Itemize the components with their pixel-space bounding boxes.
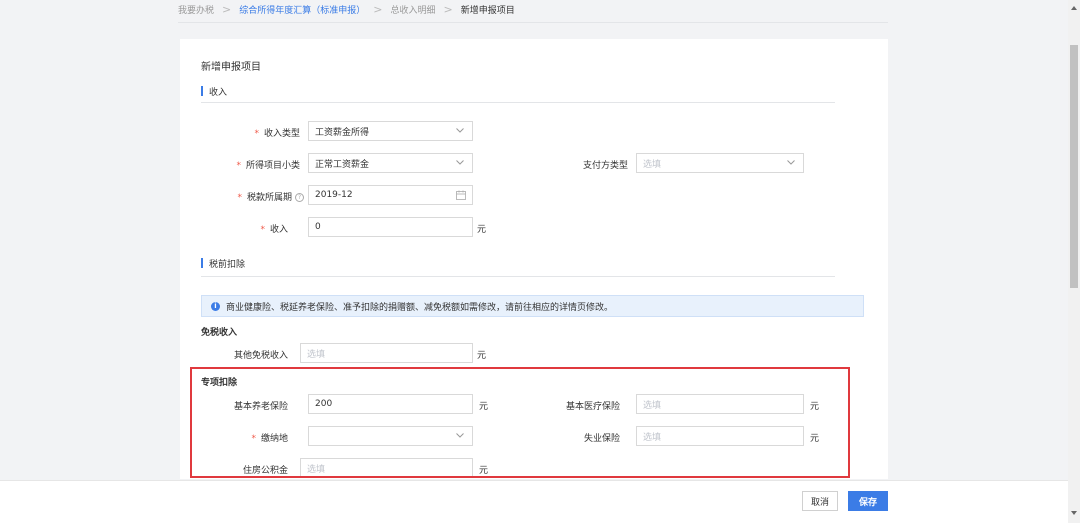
pension-input[interactable]: 200 bbox=[308, 394, 473, 414]
other-exempt-placeholder: 选填 bbox=[307, 349, 326, 360]
section-income-label: 收入 bbox=[209, 87, 228, 98]
chevron-right-icon: > bbox=[222, 2, 232, 16]
medical-placeholder: 选填 bbox=[643, 400, 662, 411]
scroll-down-arrow-icon[interactable] bbox=[1071, 511, 1077, 515]
pension-value: 200 bbox=[315, 399, 333, 409]
pension-label: 基本养老保险 bbox=[233, 402, 288, 412]
required-mark: * bbox=[260, 225, 265, 235]
housing-fund-label: 住房公积金 bbox=[242, 466, 288, 476]
info-icon: i bbox=[211, 301, 220, 311]
section-divider bbox=[201, 276, 835, 277]
income-input[interactable]: 0 bbox=[308, 217, 473, 237]
pension-unit: 元 bbox=[479, 402, 489, 412]
tax-exempt-title: 免税收入 bbox=[201, 328, 238, 338]
medical-unit: 元 bbox=[810, 402, 820, 412]
section-pretax-heading: 税前扣除 bbox=[201, 257, 246, 270]
required-mark: * bbox=[237, 193, 242, 203]
other-exempt-label: 其他免税收入 bbox=[233, 351, 288, 361]
help-icon[interactable]: ? bbox=[295, 193, 304, 202]
payer-type-placeholder: 选填 bbox=[643, 159, 662, 170]
housing-fund-placeholder: 选填 bbox=[307, 464, 326, 475]
income-subtype-value: 正常工资薪金 bbox=[315, 159, 370, 170]
chevron-down-icon bbox=[787, 160, 795, 165]
income-subtype-label: * 所得项目小类 bbox=[236, 161, 300, 171]
form-panel: 新增申报项目 收入 * 收入类型 工资薪金所得 * 所得项目小类 正常工资薪金 支付… bbox=[180, 39, 888, 479]
income-type-value: 工资薪金所得 bbox=[315, 127, 370, 138]
income-unit: 元 bbox=[477, 225, 487, 235]
other-exempt-unit: 元 bbox=[477, 351, 487, 361]
income-value: 0 bbox=[315, 222, 321, 232]
page-title: 新增申报项目 bbox=[201, 62, 261, 73]
tax-period-datepicker[interactable]: 2019-12 bbox=[308, 185, 473, 205]
other-exempt-input[interactable]: 选填 bbox=[300, 343, 473, 363]
housing-fund-unit: 元 bbox=[479, 466, 489, 476]
required-mark: * bbox=[254, 129, 259, 139]
unemployment-label: 失业保险 bbox=[583, 434, 620, 444]
payment-place-label: * 缴纳地 bbox=[251, 434, 288, 444]
breadcrumb-item-current: 新增申报项目 bbox=[460, 5, 515, 16]
scrollbar-thumb[interactable] bbox=[1070, 45, 1078, 288]
chevron-right-icon: > bbox=[443, 2, 453, 16]
vertical-scrollbar[interactable] bbox=[1068, 0, 1080, 523]
chevron-down-icon bbox=[456, 160, 464, 165]
medical-label: 基本医疗保险 bbox=[565, 402, 620, 412]
chevron-down-icon bbox=[456, 433, 464, 438]
chevron-down-icon bbox=[456, 128, 464, 133]
unemployment-unit: 元 bbox=[810, 434, 820, 444]
action-bar: 取消 保存 bbox=[0, 480, 1068, 523]
section-marker bbox=[201, 258, 203, 268]
unemployment-placeholder: 选填 bbox=[643, 432, 662, 443]
medical-input[interactable]: 选填 bbox=[636, 394, 804, 414]
section-divider bbox=[201, 102, 835, 103]
income-subtype-select[interactable]: 正常工资薪金 bbox=[308, 153, 473, 173]
cancel-button[interactable]: 取消 bbox=[802, 491, 838, 511]
breadcrumb-item-income-detail[interactable]: 总收入明细 bbox=[390, 3, 435, 16]
income-label: * 收入 bbox=[260, 225, 288, 235]
special-deduction-title: 专项扣除 bbox=[201, 378, 238, 388]
tax-period-label: * 税款所属期? bbox=[237, 190, 304, 203]
info-notice-text: 商业健康险、税延养老保险、准予扣除的捐赠额、减免税额如需修改，请前往相应的详情页… bbox=[226, 302, 614, 313]
payment-place-select[interactable] bbox=[308, 426, 473, 446]
breadcrumb-item-annual-settlement[interactable]: 综合所得年度汇算（标准申报） bbox=[239, 3, 365, 16]
info-notice: i 商业健康险、税延养老保险、准予扣除的捐赠额、减免税额如需修改，请前往相应的详… bbox=[201, 295, 864, 317]
save-button[interactable]: 保存 bbox=[848, 491, 888, 511]
breadcrumb-item-tax[interactable]: 我要办税 bbox=[178, 3, 214, 16]
housing-fund-input[interactable]: 选填 bbox=[300, 458, 473, 478]
unemployment-input[interactable]: 选填 bbox=[636, 426, 804, 446]
income-type-select[interactable]: 工资薪金所得 bbox=[308, 121, 473, 141]
breadcrumb: 我要办税 > 综合所得年度汇算（标准申报） > 总收入明细 > 新增申报项目 bbox=[178, 0, 515, 18]
required-mark: * bbox=[251, 434, 256, 444]
breadcrumb-divider bbox=[178, 22, 888, 23]
section-pretax-label: 税前扣除 bbox=[209, 259, 246, 270]
scroll-up-arrow-icon[interactable] bbox=[1071, 6, 1077, 10]
payer-type-label: 支付方类型 bbox=[582, 161, 628, 171]
required-mark: * bbox=[236, 161, 241, 171]
income-type-label: * 收入类型 bbox=[254, 129, 300, 139]
tax-period-value: 2019-12 bbox=[315, 190, 353, 200]
section-marker bbox=[201, 86, 203, 96]
chevron-right-icon: > bbox=[373, 2, 383, 16]
section-income-heading: 收入 bbox=[201, 85, 228, 98]
calendar-icon bbox=[456, 190, 466, 200]
payer-type-select[interactable]: 选填 bbox=[636, 153, 804, 173]
